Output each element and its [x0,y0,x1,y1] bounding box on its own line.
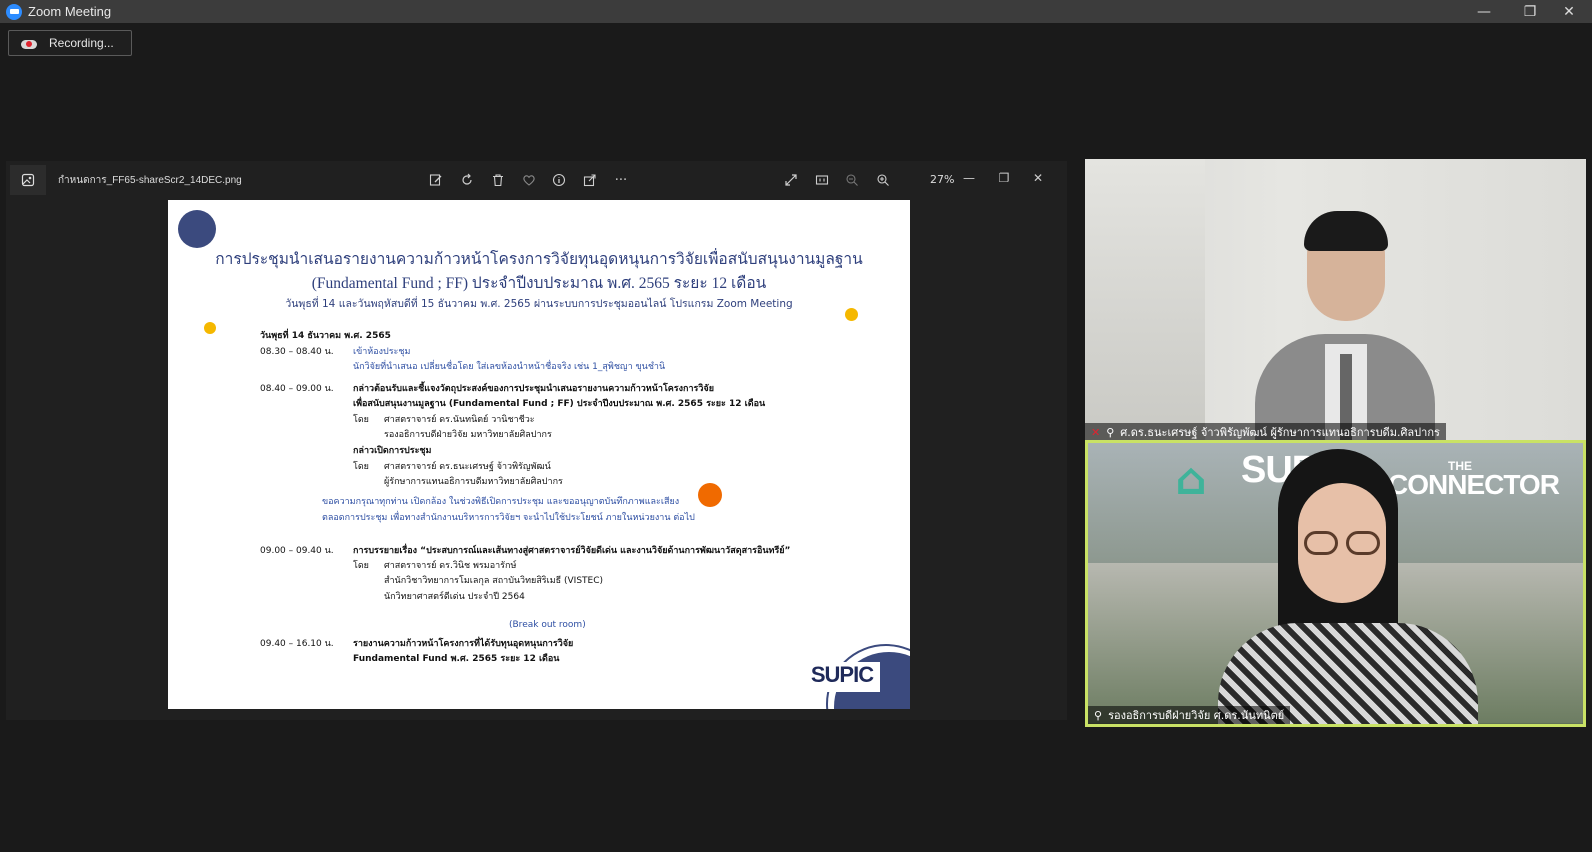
delete-button[interactable] [488,170,508,190]
glasses-right [1346,531,1380,555]
minimize-icon: — [1477,3,1491,20]
minimize-button[interactable]: — [1461,0,1507,23]
agenda-item: กล่าวต้อนรับและชี้แจงวัตถุประสงค์ของการป… [353,384,714,394]
actual-size-button[interactable] [812,170,832,190]
background-logo-emblem: ⌂ [1175,454,1207,505]
close-icon: ✕ [1032,171,1044,185]
speaker: ศาสตราจารย์ ดร.นันทนิตย์ วานิชาชีวะ [384,415,535,425]
decor-circle [178,210,216,248]
close-window-button[interactable]: ✕ [1546,0,1592,23]
edit-icon [429,174,442,186]
favorite-button[interactable] [519,170,539,190]
speaker: รองอธิการบดีฝ่ายวิจัย มหาวิทยาลัยศิลปากร [384,430,552,440]
speaker: นักวิทยาศาสตร์ดีเด่น ประจำปี 2564 [384,592,525,602]
breakout-label: (Break out room) [509,620,586,630]
time-1: 08.30 – 08.40 น. [260,347,334,357]
window-title: Zoom Meeting [28,4,112,19]
agenda-item: Fundamental Fund พ.ศ. 2565 ระยะ 12 เดือน [353,654,560,664]
time-4: 09.40 – 16.10 น. [260,639,334,649]
pin-icon: ⚲ [1094,708,1103,722]
participant-nameplate: ✕ ⚲ ศ.ดร.ธนะเศรษฐ์ จ้าวพิรัญพัฒน์ ผู้รัก… [1085,423,1446,441]
zoom-in-button[interactable] [873,170,893,190]
participant-video-1[interactable]: ✕ ⚲ ศ.ดร.ธนะเศรษฐ์ จ้าวพิรัญพัฒน์ ผู้รัก… [1085,159,1586,441]
pin-icon: ⚲ [1106,425,1115,439]
actual-size-icon [815,175,829,185]
glasses-left [1304,531,1338,555]
share-icon [583,174,596,187]
time-3: 09.00 – 09.40 น. [260,546,334,556]
agenda-item: เข้าห้องประชุม [353,347,411,357]
rotate-button[interactable] [457,170,477,190]
slide-logo: SUPIC [804,662,880,692]
more-icon: ··· [614,172,628,188]
speaker: ศาสตราจารย์ ดร.ธนะเศรษฐ์ จ้าวพิรัญพัฒน์ [384,462,551,472]
agenda-item: การบรรยายเรื่อง “ประสบการณ์และเส้นทางสู่… [353,546,791,556]
rotate-icon [462,173,472,185]
restore-icon: ❐ [998,171,1010,185]
share-button[interactable] [580,170,600,190]
viewer-minimize-button[interactable]: — [956,168,982,188]
recording-button[interactable]: Recording... [8,30,132,56]
edit-image-button[interactable] [426,170,446,190]
heart-icon [523,175,535,186]
viewer-restore-button[interactable]: ❐ [991,168,1017,188]
decor-dot [698,483,722,507]
participant-nameplate: ⚲ รองอธิการบดีฝ่ายวิจัย ศ.ดร.นันทนิตย์ [1088,706,1291,724]
fullscreen-button[interactable] [781,170,801,190]
by-label: โดย [353,415,369,425]
by-label: โดย [353,462,369,472]
file-name: กำหนดการ_FF65-shareScr2_14DEC.png [58,175,242,186]
close-icon: ✕ [1563,3,1575,20]
speaker: ศาสตราจารย์ ดร.วินิช พรมอารักษ์ [384,561,517,571]
restore-icon: ❐ [1523,3,1537,20]
zoom-in-icon [877,174,889,186]
zoom-logo-icon [6,3,22,20]
by-label: โดย [353,561,369,571]
participant-name: ศ.ดร.ธนะเศรษฐ์ จ้าวพิรัญพัฒน์ ผู้รักษากา… [1120,426,1440,439]
slide-title-line1: การประชุมนำเสนอรายงานความก้าวหน้าโครงการ… [215,251,863,268]
more-options-button[interactable]: ··· [611,170,631,190]
agenda-item: เพื่อสนับสนุนงานมูลฐาน (Fundamental Fund… [353,399,766,409]
agenda-item: กล่าวเปิดการประชุม [353,446,432,456]
speaker: สำนักวิชาวิทยาการโมเลกุล สถาบันวิทยสิริเ… [384,576,604,586]
zoom-out-icon [846,174,858,186]
participant-video-2[interactable]: ⌂ SUPIC THE CONNECTOR ⚲ รองอธิการบดีฝ่าย… [1085,440,1586,727]
muted-mic-icon: ✕ [1091,425,1101,439]
agenda-item: นักวิจัยที่นำเสนอ เปลี่ยนชื่อโดย ใส่เลขห… [353,362,666,372]
minimize-icon: — [963,171,975,185]
image-icon [21,173,35,187]
note: ตลอดการประชุม เพื่อทางสำนักงานบริหารการว… [322,513,695,523]
slide-title-line2: (Fundamental Fund ; FF) ประจำปีงบประมาณ … [311,275,767,292]
slide-subtitle: วันพุธที่ 14 และวันพฤหัสบดีที่ 15 ธันวาค… [285,298,793,310]
gallery-button[interactable] [10,165,46,195]
agenda-slide: SUPIC การประชุมนำเสนอรายงานความก้าวหน้าโ… [168,200,910,709]
info-icon [552,173,566,187]
trash-icon [493,174,503,187]
title-bar: Zoom Meeting — ❐ ✕ [0,0,1592,23]
agenda-item: รายงานความก้าวหน้าโครงการที่ได้รับทุนอุด… [353,639,574,649]
info-button[interactable] [549,170,569,190]
background-logo-right: CONNECTOR [1388,469,1560,500]
zoom-out-button[interactable] [842,170,862,190]
recording-label: Recording... [49,36,114,50]
video-background [1085,159,1205,441]
speaker: ผู้รักษาการแทนอธิการบดีมหาวิทยาลัยศิลปาก… [384,477,563,487]
participant-name: รองอธิการบดีฝ่ายวิจัย ศ.ดร.นันทนิตย์ [1108,709,1285,722]
expand-icon [785,174,797,186]
zoom-level: 27% [930,173,955,186]
cloud-recording-icon [21,37,37,49]
decor-dot [204,322,216,334]
date-heading: วันพุธที่ 14 ธันวาคม พ.ศ. 2565 [260,331,391,341]
person-hair [1304,211,1388,251]
viewer-close-button[interactable]: ✕ [1025,168,1051,188]
time-2: 08.40 – 09.00 น. [260,384,334,394]
viewer-toolbar: กำหนดการ_FF65-shareScr2_14DEC.png ··· 27… [6,161,1067,199]
note: ขอความกรุณาทุกท่าน เปิดกล้อง ในช่วงพิธีเ… [322,497,680,507]
